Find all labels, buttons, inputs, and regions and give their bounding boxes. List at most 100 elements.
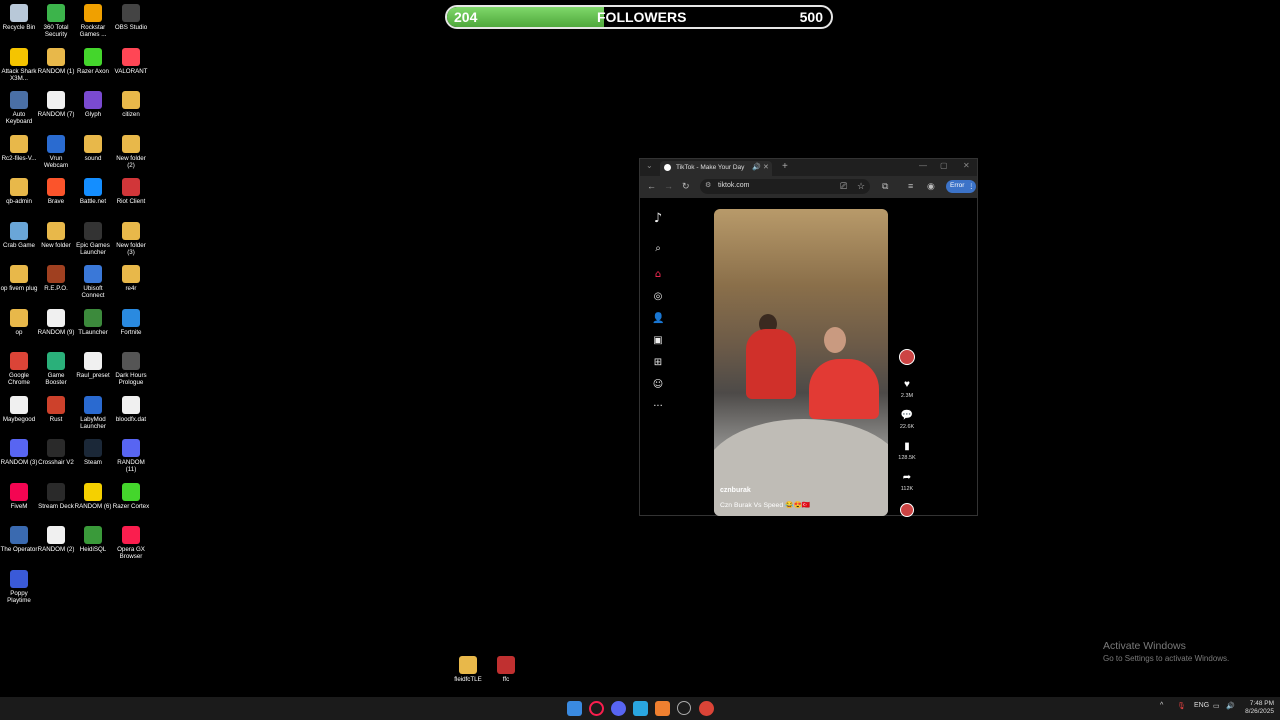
desktop-icon[interactable]: Ubisoft Connect (74, 265, 112, 299)
desktop-icon[interactable]: RANDOM (1) (37, 47, 75, 75)
share-button[interactable]: ➦ 112K (896, 472, 918, 492)
network-icon[interactable]: ▭ (1213, 702, 1220, 710)
site-info-icon[interactable]: ⚙ (705, 181, 711, 189)
bookmark-star-icon[interactable]: ☆ (857, 181, 865, 192)
back-arrow-icon[interactable]: ← (647, 181, 656, 191)
home-icon[interactable]: ⌂ (652, 269, 664, 281)
desktop-icon[interactable]: Maybegood (0, 395, 38, 423)
discord-icon[interactable] (611, 701, 626, 716)
minimize-button[interactable]: — (919, 161, 927, 170)
volume-icon[interactable]: 🔊 (1226, 702, 1235, 710)
settings-icon[interactable] (677, 701, 691, 715)
close-window-button[interactable]: ✕ (963, 161, 970, 170)
desktop-icon[interactable]: RANDOM (9) (37, 308, 75, 336)
fivem-icon[interactable] (655, 701, 670, 716)
following-icon[interactable]: 👤 (652, 313, 664, 325)
desktop-icon[interactable]: fleidfcTLE (448, 656, 488, 683)
desktop-icon[interactable]: New folder (37, 221, 75, 249)
desktop-icon[interactable]: Battle.net (74, 178, 112, 205)
desktop-icon[interactable]: RANDOM (2) (37, 526, 75, 553)
desktop-icon[interactable]: Dark Hours Prologue (112, 352, 150, 386)
start-windows-icon[interactable] (567, 701, 582, 716)
desktop-icon[interactable]: RANDOM (6) (74, 482, 112, 510)
tab-tiktok[interactable]: TikTok - Make Your Day 🔊 ✕ (660, 161, 772, 176)
desktop-icon[interactable]: sound (74, 134, 112, 162)
like-button[interactable]: ♥ 2.3M (896, 379, 918, 399)
desktop-icon[interactable]: Vrun Webcam (37, 134, 75, 169)
desktop-icon[interactable]: Opera GX Browser (112, 526, 150, 560)
desktop-icon[interactable]: VALORANT (112, 47, 150, 75)
comment-button[interactable]: 💬 22.6K (896, 410, 918, 430)
cast-icon[interactable]: ⎚ (840, 181, 847, 192)
desktop-icon[interactable]: The Operator (0, 526, 38, 553)
desktop-icon[interactable]: Rc2-files-V... (0, 134, 38, 162)
desktop-icon[interactable]: 360 Total Security (37, 4, 75, 38)
desktop-icon[interactable]: Rust (37, 395, 75, 423)
desktop-icon[interactable]: Razer Axon (74, 47, 112, 75)
desktop-icon[interactable]: Recycle Bin (0, 4, 38, 31)
tab-search-icon[interactable]: ≡ (908, 181, 913, 191)
desktop-icon[interactable]: Epic Games Launcher (74, 221, 112, 256)
save-button[interactable]: ▮ 128.5K (896, 441, 918, 461)
live-icon[interactable]: ▣ (652, 335, 664, 347)
chrome-icon[interactable] (699, 701, 714, 716)
maximize-button[interactable]: ▢ (940, 161, 948, 170)
desktop-icon[interactable]: FiveM (0, 482, 38, 510)
desktop-icon[interactable]: citizen (112, 91, 150, 118)
desktop-icon[interactable]: Auto Keyboard (0, 91, 38, 125)
desktop-icon[interactable]: re4r (112, 265, 150, 292)
tab-list-icon[interactable]: ⌄ (646, 161, 653, 170)
desktop-icon[interactable]: Poppy Playtime (0, 569, 38, 604)
desktop-icon[interactable]: Fortnite (112, 308, 150, 336)
desktop-icon[interactable]: Crab Game (0, 221, 38, 249)
desktop-icon[interactable]: Rockstar Games ... (74, 4, 112, 38)
desktop-icon[interactable]: ffc (486, 656, 526, 683)
profile-icon[interactable]: ☺ (652, 379, 664, 391)
profile-avatar-icon[interactable]: ◉ (927, 181, 935, 192)
desktop-icon[interactable]: Brave (37, 178, 75, 205)
forward-arrow-icon[interactable]: → (664, 181, 673, 191)
close-tab-icon[interactable]: ✕ (763, 163, 769, 171)
desktop-icon[interactable]: Glyph (74, 91, 112, 118)
desktop-icon[interactable]: RANDOM (7) (37, 91, 75, 118)
desktop-icon[interactable]: Crosshair V2 (37, 439, 75, 466)
desktop-icon[interactable]: Stream Deck (37, 482, 75, 510)
desktop-icon[interactable]: Raul_preset (74, 352, 112, 379)
music-disc[interactable] (896, 503, 918, 517)
extensions-icon[interactable]: ⧉ (882, 181, 888, 192)
desktop-icon[interactable]: RANDOM (11) (112, 439, 150, 473)
desktop-icon[interactable]: bloodfx.dat (112, 395, 150, 423)
opera-gx-icon[interactable] (589, 701, 604, 716)
clock[interactable]: 7:48 PM 8/26/2025 (1240, 700, 1274, 716)
desktop-icon[interactable]: LabyMod Launcher (74, 395, 112, 430)
telegram-icon[interactable] (633, 701, 648, 716)
desktop-icon[interactable]: op (0, 308, 38, 336)
reload-icon[interactable]: ↻ (682, 181, 690, 192)
video-player[interactable]: cznburak Czn Burak Vs Speed 😂😍🇹🇷 (714, 209, 888, 516)
desktop-icon[interactable]: op fivem plug (0, 265, 38, 292)
explore-icon[interactable]: ◎ (652, 291, 664, 303)
desktop-icon[interactable]: OBS Studio (112, 4, 150, 31)
speaker-icon[interactable]: 🔊 (752, 163, 761, 171)
desktop-icon[interactable]: New folder (3) (112, 221, 150, 256)
desktop-icon[interactable]: Game Booster (37, 352, 75, 386)
language-indicator[interactable]: ENG (1194, 702, 1209, 709)
desktop-icon[interactable]: TLauncher (74, 308, 112, 336)
mic-icon[interactable]: 🎙 (1177, 702, 1186, 710)
error-button[interactable]: Error ⋮ (946, 180, 976, 193)
new-tab-button[interactable]: + (782, 161, 788, 172)
upload-icon[interactable]: ⊞ (652, 357, 664, 369)
desktop-icon[interactable]: Riot Client (112, 178, 150, 205)
desktop-icon[interactable]: HeidiSQL (74, 526, 112, 553)
desktop-icon[interactable]: RANDOM (3) (0, 439, 38, 466)
desktop-icon[interactable]: Steam (74, 439, 112, 466)
video-username[interactable]: cznburak (720, 487, 751, 494)
desktop-icon[interactable]: New folder (2) (112, 134, 150, 169)
search-icon[interactable]: ⌕ (652, 243, 664, 255)
creator-avatar[interactable] (896, 349, 918, 365)
tray-chevron-icon[interactable]: ^ (1160, 702, 1163, 709)
desktop-icon[interactable]: R.E.P.O. (37, 265, 75, 292)
desktop-icon[interactable]: Google Chrome (0, 352, 38, 386)
desktop-icon[interactable]: Attack Shark X3M... (0, 47, 38, 82)
more-icon[interactable]: ··· (652, 401, 664, 413)
